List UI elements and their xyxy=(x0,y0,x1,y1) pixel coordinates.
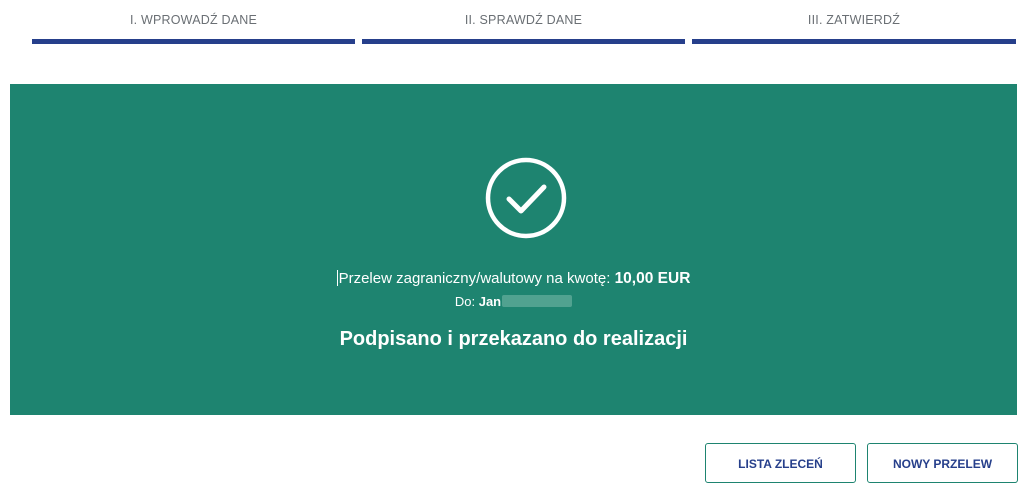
step-label: I. WPROWADŹ DANE xyxy=(129,13,258,27)
recipient-name: Jan xyxy=(478,294,502,309)
status-message: Podpisano i przekazano do realizacji xyxy=(339,328,688,350)
step-label: III. ZATWIERDŹ xyxy=(807,13,901,27)
recipient-line: Do: Jan xyxy=(0,294,1027,309)
text-cursor xyxy=(336,270,338,286)
transfer-label: Przelew zagraniczny/walutowy na kwotę: xyxy=(338,270,615,287)
step-progress-bar xyxy=(362,39,685,44)
redacted-surname xyxy=(502,295,573,307)
order-list-button[interactable]: LISTA ZLECEŃ xyxy=(705,443,856,483)
check-circle-icon xyxy=(485,157,567,239)
step-enter-data: I. WPROWADŹ DANE xyxy=(32,0,355,48)
step-check-data: II. SPRAWDŹ DANE xyxy=(362,0,685,48)
transfer-amount: 10,00 EUR xyxy=(614,270,691,287)
step-confirm: III. ZATWIERDŹ xyxy=(692,0,1016,48)
step-label: II. SPRAWDŹ DANE xyxy=(464,13,583,27)
step-progress-bar xyxy=(692,39,1016,44)
confirmation-panel xyxy=(10,84,1017,415)
new-transfer-button[interactable]: NOWY PRZELEW xyxy=(867,443,1018,483)
progress-steps: I. WPROWADŹ DANE II. SPRAWDŹ DANE III. Z… xyxy=(0,0,1027,60)
transfer-summary: Przelew zagraniczny/walutowy na kwotę: 1… xyxy=(0,270,1027,288)
recipient-label: Do: xyxy=(454,294,479,309)
step-progress-bar xyxy=(32,39,355,44)
